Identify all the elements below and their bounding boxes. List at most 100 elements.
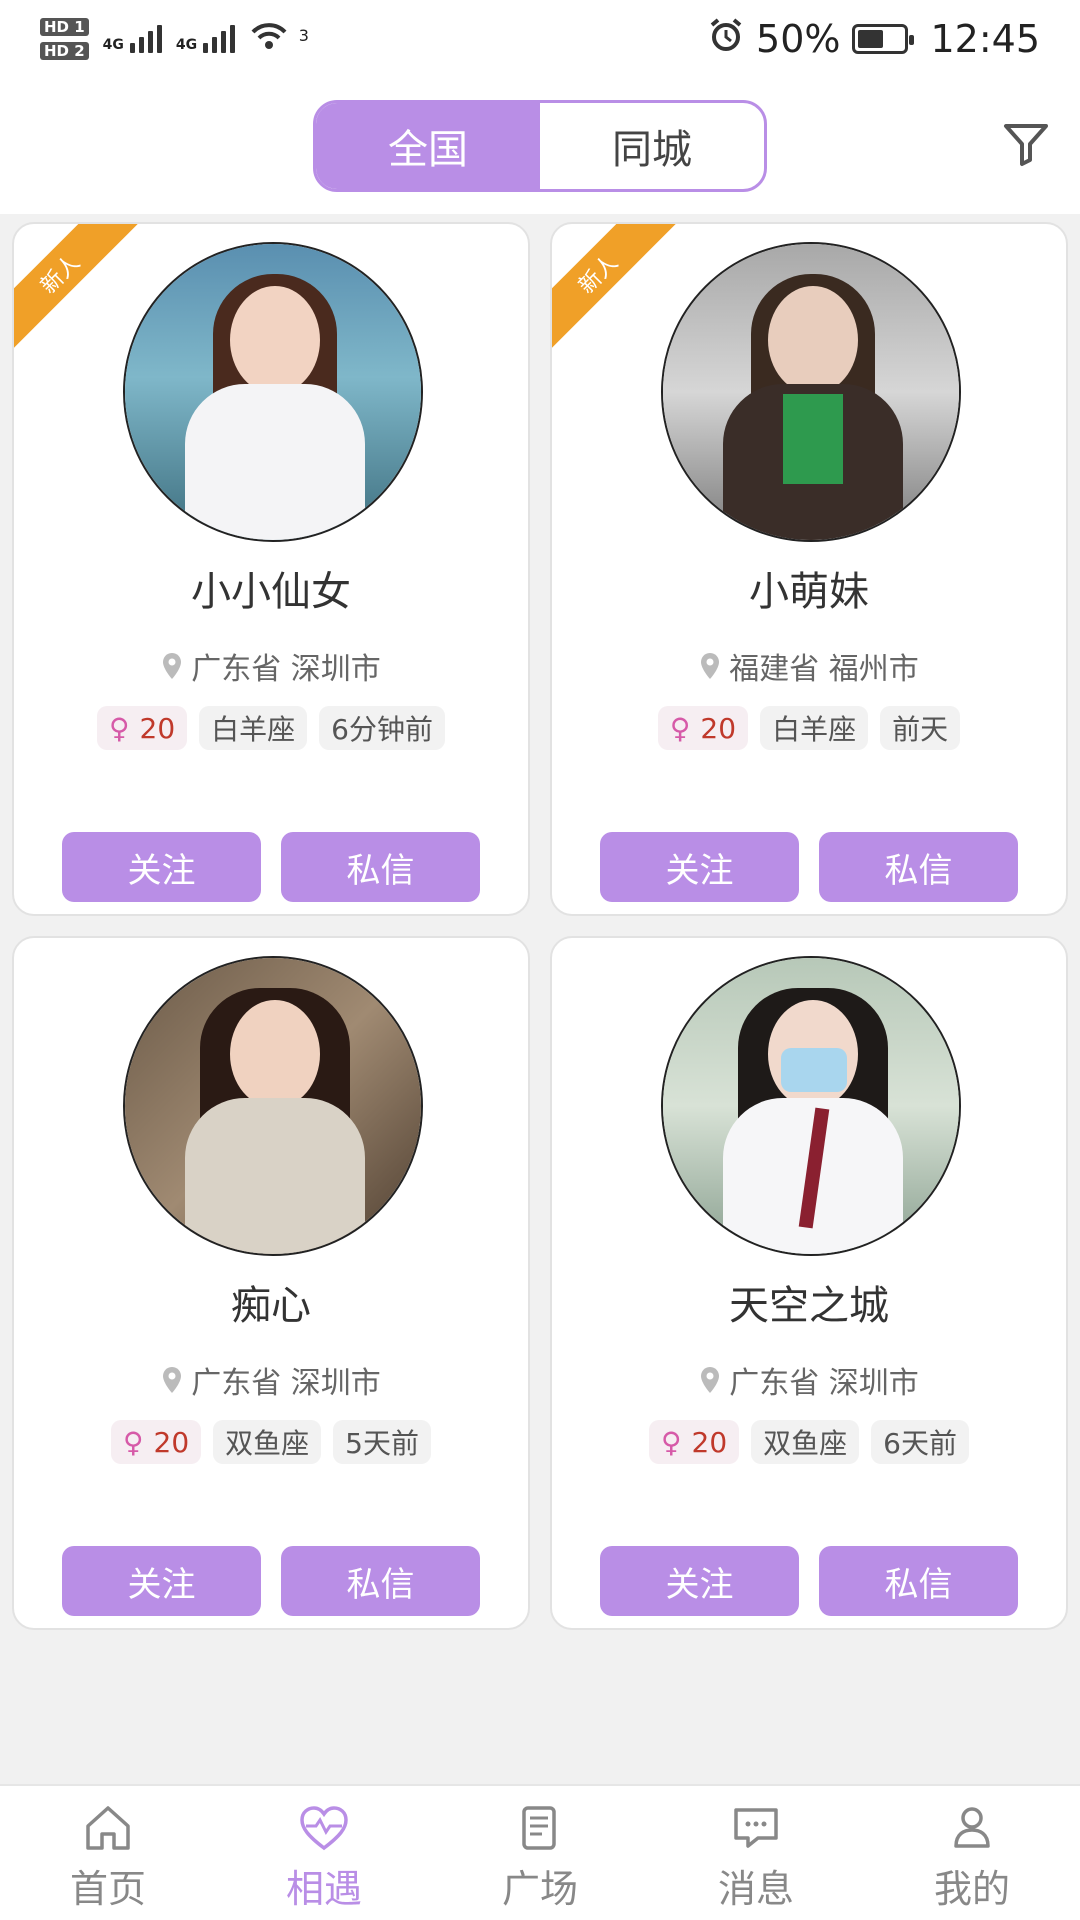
user-card[interactable]: 新人 小小仙女 广东省 深圳市 ♀ 20 白羊座 6分钟前 关注 私信 [12,222,530,916]
network-type-2: 4G [175,37,198,53]
sim-indicators: HD 1 HD 2 [40,18,89,60]
zodiac-tag: 双鱼座 [751,1420,860,1464]
follow-button[interactable]: 关注 [62,832,261,902]
signal-icon: 4G [103,25,162,53]
new-user-badge: 新人 [552,224,680,356]
age-value: 20 [700,711,737,745]
tab-messages[interactable]: 消息 [648,1786,864,1920]
clock: 12:45 [930,17,1040,61]
tab-profile[interactable]: 我的 [864,1786,1080,1920]
user-name: 痴心 [231,1283,311,1329]
zodiac-tag: 双鱼座 [213,1420,322,1464]
user-tags: ♀ 20 白羊座 前天 [552,706,1066,750]
zodiac-tag: 白羊座 [199,706,308,750]
age-tag: ♀ 20 [97,706,188,750]
user-name: 天空之城 [729,1283,889,1329]
tab-home-label: 首页 [69,1867,146,1911]
card-actions: 关注 私信 [62,832,480,902]
user-location: 福建省 福州市 [552,644,1066,688]
location-pin-icon [163,1367,182,1393]
female-icon: ♀ [661,1425,682,1459]
age-value: 20 [139,711,176,745]
user-card-grid: 新人 小小仙女 广东省 深圳市 ♀ 20 白羊座 6分钟前 关注 私信 新人 小… [12,222,1068,1630]
tab-plaza-label: 广场 [501,1867,578,1911]
active-time-tag: 6分钟前 [319,706,445,750]
user-card[interactable]: 新人 小萌妹 福建省 福州市 ♀ 20 白羊座 前天 关注 私信 [550,222,1068,916]
female-icon: ♀ [669,711,691,745]
user-card[interactable]: 天空之城 广东省 深圳市 ♀ 20 双鱼座 6天前 关注 私信 [550,936,1068,1630]
battery-percent: 50% [756,17,841,61]
signal-icon-2: 4G [175,25,236,53]
user-location: 广东省 深圳市 [14,644,528,688]
location-pin-icon [163,653,182,679]
card-actions: 关注 私信 [62,1546,480,1616]
tab-nationwide[interactable]: 全国 [316,103,540,189]
card-actions: 关注 私信 [600,832,1018,902]
message-button[interactable]: 私信 [819,832,1018,902]
region-segmented-control: 全国 同城 [313,100,767,192]
avatar[interactable] [661,242,961,542]
status-bar: HD 1 HD 2 4G 4G 3 50% 12:45 [0,0,1080,78]
user-tags: ♀ 20 双鱼座 6天前 [552,1420,1066,1464]
age-tag: ♀ 20 [649,1420,740,1464]
avatar[interactable] [123,956,423,1256]
network-type-1: 4G [102,37,124,53]
wifi-badge: 3 [298,26,309,45]
tab-plaza[interactable]: 广场 [432,1786,648,1920]
filter-icon[interactable] [996,114,1056,174]
location-text: 福建省 福州市 [729,652,919,687]
tab-profile-label: 我的 [933,1867,1010,1911]
heart-pulse-icon [300,1806,348,1851]
message-button[interactable]: 私信 [281,832,480,902]
status-right: 50% 12:45 [708,17,1040,62]
header: 全国 同城 [0,78,1080,214]
user-location: 广东省 深圳市 [552,1358,1066,1402]
female-icon: ♀ [123,1425,144,1459]
location-text: 广东省 深圳市 [191,1366,381,1401]
wifi-icon: 3 [249,18,309,60]
zodiac-tag: 白羊座 [760,706,869,750]
home-icon [86,1806,130,1850]
tab-encounter[interactable]: 相遇 [216,1786,432,1920]
avatar[interactable] [661,956,961,1256]
user-icon [954,1807,990,1848]
user-tags: ♀ 20 白羊座 6分钟前 [14,706,528,750]
active-time-tag: 前天 [880,706,961,750]
sim2-badge: HD 2 [40,42,89,60]
age-tag: ♀ 20 [111,1420,202,1464]
location-text: 广东省 深圳市 [191,652,381,687]
age-value: 20 [691,1425,728,1459]
bottom-tab-bar: 首页 相遇 广场 消息 我的 [0,1784,1080,1920]
follow-button[interactable]: 关注 [600,832,799,902]
follow-button[interactable]: 关注 [62,1546,261,1616]
age-value: 20 [153,1425,190,1459]
tab-home[interactable]: 首页 [0,1786,216,1920]
scroll-icon [522,1806,556,1850]
message-button[interactable]: 私信 [819,1546,1018,1616]
tab-messages-label: 消息 [717,1867,794,1911]
card-actions: 关注 私信 [600,1546,1018,1616]
user-card[interactable]: 痴心 广东省 深圳市 ♀ 20 双鱼座 5天前 关注 私信 [12,936,530,1630]
location-pin-icon [701,1367,720,1393]
female-icon: ♀ [109,711,130,745]
follow-button[interactable]: 关注 [600,1546,799,1616]
alarm-icon [708,17,744,62]
user-tags: ♀ 20 双鱼座 5天前 [14,1420,528,1464]
battery-icon [852,24,915,54]
tab-encounter-label: 相遇 [285,1867,362,1911]
status-left: HD 1 HD 2 4G 4G 3 [40,18,309,60]
user-location: 广东省 深圳市 [14,1358,528,1402]
user-name: 小小仙女 [191,569,351,615]
sim1-badge: HD 1 [40,18,89,36]
tab-same-city[interactable]: 同城 [540,103,764,189]
chat-icon [734,1808,778,1848]
avatar[interactable] [123,242,423,542]
location-text: 广东省 深圳市 [729,1366,919,1401]
active-time-tag: 6天前 [871,1420,969,1464]
active-time-tag: 5天前 [333,1420,431,1464]
location-pin-icon [701,653,720,679]
message-button[interactable]: 私信 [281,1546,480,1616]
user-name: 小萌妹 [749,569,869,615]
new-user-badge: 新人 [14,224,142,356]
age-tag: ♀ 20 [657,706,749,750]
